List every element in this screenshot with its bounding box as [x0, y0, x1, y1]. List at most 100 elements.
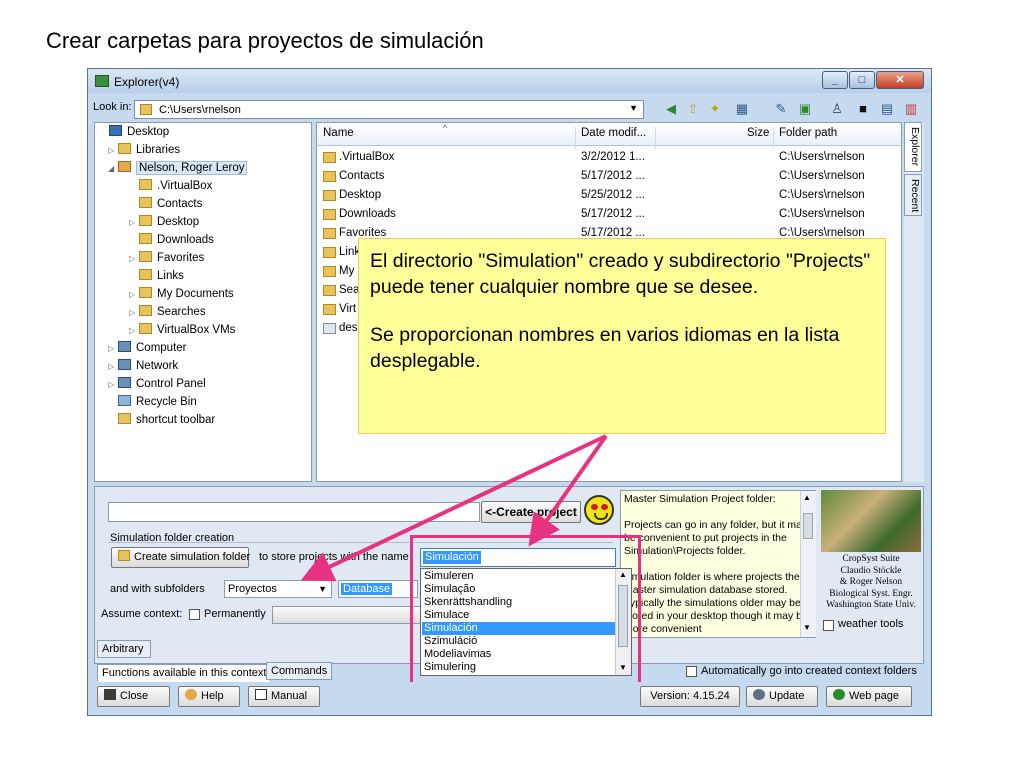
tree-item[interactable]: Contacts: [129, 196, 202, 213]
window-title: Explorer(v4): [114, 75, 180, 89]
tree-item[interactable]: Links: [129, 268, 184, 285]
tab-commands[interactable]: Commands: [266, 662, 333, 680]
assume-context-label: Assume context:: [101, 608, 183, 620]
credits: CropSyst Suite Claudio Stöckle & Roger N…: [826, 554, 916, 610]
folder-icon: [139, 323, 152, 334]
tree-item[interactable]: ▷ My Documents: [129, 286, 234, 303]
view-menu-icon[interactable]: ▦: [733, 100, 751, 118]
auto-go-checkbox[interactable]: [686, 666, 697, 677]
auto-go-label: Automatically go into created context fo…: [701, 665, 917, 677]
create-project-button[interactable]: <-Create project: [481, 501, 581, 523]
web-page-button[interactable]: Web page: [826, 686, 912, 707]
project-path-input[interactable]: [108, 502, 480, 522]
column-path[interactable]: Folder path: [779, 127, 837, 139]
new-folder-icon[interactable]: ✦: [706, 100, 724, 118]
tree-item[interactable]: ▷ Network: [108, 358, 178, 375]
close-window-button[interactable]: ✕: [876, 71, 924, 89]
folder-icon: [140, 104, 152, 115]
up-folder-icon[interactable]: ⇧: [684, 100, 702, 118]
help-button[interactable]: Help: [178, 686, 240, 707]
close-button[interactable]: Close: [97, 686, 170, 707]
command-prompt-icon[interactable]: ■: [854, 100, 872, 118]
folder-icon: [139, 197, 152, 208]
version-label: Version: 4.15.24: [640, 686, 740, 707]
tree-item[interactable]: ▷ Computer: [108, 340, 187, 357]
tree-item[interactable]: shortcut toolbar: [108, 412, 215, 429]
download-icon: [753, 689, 765, 700]
folder-icon: [139, 215, 152, 226]
door-icon: [104, 689, 116, 700]
slide-title: Crear carpetas para proyectos de simulac…: [46, 28, 484, 53]
maximize-button[interactable]: □: [849, 71, 875, 89]
window-titlebar[interactable]: [88, 69, 931, 93]
highlight-rectangle: [410, 535, 641, 685]
manual-button[interactable]: Manual: [248, 686, 320, 707]
chevron-down-icon: ▼: [318, 584, 327, 594]
tree-item[interactable]: ▷ VirtualBox VMs: [129, 322, 235, 339]
cropsyst-landscape-image: [821, 490, 921, 552]
folder-icon: [323, 285, 336, 296]
network-icon: [118, 359, 131, 370]
edit-icon[interactable]: ✎: [772, 100, 790, 118]
callout-paragraph-1: El directorio "Simulation" creado y subd…: [370, 250, 871, 298]
folder-icon: [323, 228, 336, 239]
table-row[interactable]: Desktop 5/25/2012 ... C:\Users\rnelson: [317, 186, 901, 205]
create-simulation-folder-button[interactable]: Create simulation folder: [111, 547, 250, 568]
info-scrollbar[interactable]: ▲ ▼: [800, 491, 816, 637]
tree-item[interactable]: ◢ Nelson, Roger Leroy: [108, 160, 248, 177]
folder-tree: Desktop ▷ Libraries ◢ Nelson, Roger Leroy …: [94, 122, 312, 482]
weather-tools-label: weather tools: [838, 618, 904, 630]
folder-icon: [323, 266, 336, 277]
column-name[interactable]: Name: [323, 127, 354, 139]
book-icon: [255, 689, 267, 700]
minimize-button[interactable]: _: [822, 71, 848, 89]
projects-subfolder-combo[interactable]: Proyectos ▼: [224, 580, 332, 598]
recycle-bin-icon: [118, 395, 131, 406]
table-row[interactable]: Contacts 5/17/2012 ... C:\Users\rnelson: [317, 167, 901, 186]
tree-item[interactable]: .VirtualBox: [129, 178, 212, 195]
database-subfolder-combo[interactable]: Database: [338, 580, 418, 598]
weather-tools-checkbox[interactable]: [823, 620, 834, 631]
smiley-icon: [584, 495, 614, 525]
folder-icon: [139, 287, 152, 298]
lookin-path: C:\Users\rnelson: [159, 104, 241, 116]
update-button[interactable]: Update: [746, 686, 818, 707]
tab-functions[interactable]: Functions available in this context: [97, 664, 272, 682]
help-person-icon: [185, 689, 197, 700]
app-icon: [95, 75, 109, 87]
folder-icon: [118, 413, 131, 424]
chevron-down-icon: ▼: [629, 103, 638, 113]
table-row[interactable]: .VirtualBox 3/2/2012 1... C:\Users\rnelson: [317, 148, 901, 167]
folder-icon: [139, 233, 152, 244]
tree-item[interactable]: ▷ Favorites: [129, 250, 204, 267]
tree-item[interactable]: ▷ Control Panel: [108, 376, 206, 393]
sort-arrow-icon: ^: [443, 123, 448, 133]
file-list-header: Name ^ Date modif... Size Folder path: [317, 123, 901, 149]
close-panels-icon[interactable]: ▥: [902, 100, 920, 118]
folder-icon: [323, 152, 336, 163]
back-icon[interactable]: ◀: [662, 100, 680, 118]
lookin-combo[interactable]: C:\Users\rnelson ▼: [134, 100, 644, 119]
window-list-icon[interactable]: ▤: [878, 100, 896, 118]
tree-item[interactable]: Downloads: [129, 232, 214, 249]
tree-item[interactable]: Desktop: [99, 124, 169, 141]
column-date[interactable]: Date modif...: [581, 127, 646, 139]
folder-icon: [139, 269, 152, 280]
table-row[interactable]: Downloads 5/17/2012 ... C:\Users\rnelson: [317, 205, 901, 224]
tree-item[interactable]: ▷ Desktop: [129, 214, 199, 231]
network-share-icon[interactable]: ♙: [828, 100, 846, 118]
tab-arbitrary[interactable]: Arbitrary: [97, 640, 151, 658]
permanently-checkbox[interactable]: [189, 609, 200, 620]
tree-item[interactable]: Recycle Bin: [108, 394, 197, 411]
image-folder-icon[interactable]: ▣: [796, 100, 814, 118]
info-text-box: Master Simulation Project folder: Projec…: [620, 490, 816, 638]
annotation-callout: El directorio "Simulation" creado y subd…: [358, 238, 886, 434]
callout-paragraph-2: Se proporcionan nombres en varios idioma…: [370, 324, 840, 372]
tab-explorer[interactable]: Explorer: [904, 122, 922, 172]
user-folder-icon: [118, 161, 131, 172]
tree-item[interactable]: ▷ Searches: [129, 304, 206, 321]
tree-item[interactable]: ▷ Libraries: [108, 142, 180, 159]
tab-recent[interactable]: Recent: [904, 174, 922, 216]
column-size[interactable]: Size: [747, 127, 769, 139]
folder-icon: [139, 251, 152, 262]
